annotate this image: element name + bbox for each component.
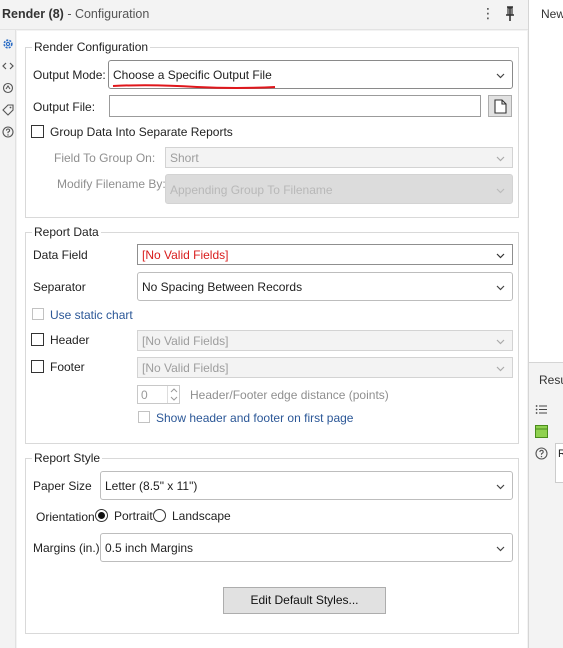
chevron-down-icon (496, 339, 505, 345)
modify-filename-value: Appending Group To Filename (170, 183, 333, 197)
red-annotation-underline (112, 84, 276, 89)
show-first-page-label: Show header and footer on first page (156, 411, 354, 425)
tag-icon[interactable] (2, 104, 14, 116)
paper-size-label: Paper Size (33, 479, 92, 493)
footer-checkbox[interactable] (31, 360, 44, 373)
list-icon[interactable] (535, 403, 548, 416)
panel-header: Render (8) - Configuration ⋮ (0, 0, 528, 30)
edge-distance-label: Header/Footer edge distance (points) (190, 388, 389, 402)
file-icon (494, 99, 507, 114)
pin-icon[interactable] (503, 6, 517, 22)
chevron-down-icon (496, 484, 505, 490)
paper-size-value: Letter (8.5" x 11") (105, 479, 198, 493)
right-pane: New Resu R (528, 0, 563, 648)
data-field-label: Data Field (33, 248, 88, 262)
footer-dropdown[interactable]: [No Valid Fields] (137, 357, 513, 378)
field-to-group-label: Field To Group On: (54, 151, 156, 165)
spinner-down-icon[interactable] (170, 396, 178, 401)
edge-distance-spinner[interactable]: 0 (137, 385, 180, 404)
more-options-icon[interactable]: ⋮ (481, 5, 495, 22)
modify-filename-label: Modify Filename By: (57, 177, 166, 191)
output-mode-label: Output Mode: (33, 68, 106, 82)
data-field-value: [No Valid Fields] (142, 248, 229, 262)
chevron-down-icon (496, 285, 505, 291)
chevron-down-icon (496, 73, 505, 79)
footer-label: Footer (50, 360, 85, 374)
portrait-radio[interactable] (95, 509, 108, 522)
data-field-dropdown[interactable]: [No Valid Fields] (137, 244, 513, 265)
header-label: Header (50, 333, 90, 347)
group-data-checkbox[interactable] (31, 125, 44, 138)
results-pane: Resu R (529, 362, 563, 648)
header-checkbox[interactable] (31, 333, 44, 346)
margins-value: 0.5 inch Margins (105, 541, 194, 555)
render-configuration-legend: Render Configuration (34, 40, 149, 54)
table-icon[interactable] (535, 425, 548, 438)
chevron-down-icon (496, 253, 505, 259)
chevron-down-icon (496, 546, 505, 552)
output-mode-value: Choose a Specific Output File (113, 68, 272, 82)
output-file-input[interactable] (109, 95, 481, 117)
side-rail (0, 30, 16, 648)
modify-filename-dropdown[interactable]: Appending Group To Filename (165, 174, 513, 204)
separator-label: Separator (33, 280, 86, 294)
field-to-group-value: Short (170, 151, 199, 165)
panel-subtitle: - Configuration (67, 7, 150, 21)
tool-name: Render (8) (2, 7, 64, 21)
group-data-label: Group Data Into Separate Reports (50, 125, 233, 139)
edge-distance-value: 0 (141, 388, 148, 402)
separator-dropdown[interactable]: No Spacing Between Records (137, 272, 513, 301)
field-to-group-dropdown[interactable]: Short (165, 147, 513, 168)
results-grid-stub: R (555, 443, 563, 483)
help-icon[interactable] (2, 126, 14, 138)
spinner-up-icon[interactable] (170, 388, 178, 393)
edit-default-styles-button[interactable]: Edit Default Styles... (223, 587, 386, 614)
header-dropdown[interactable]: [No Valid Fields] (137, 330, 513, 351)
footer-value: [No Valid Fields] (142, 361, 229, 375)
margins-dropdown[interactable]: 0.5 inch Margins (100, 533, 513, 562)
portrait-label: Portrait (114, 509, 153, 523)
header-value: [No Valid Fields] (142, 334, 229, 348)
panel-title: Render (8) - Configuration (2, 7, 149, 21)
help-icon[interactable] (535, 447, 548, 460)
paper-size-dropdown[interactable]: Letter (8.5" x 11") (100, 471, 513, 500)
chevron-down-icon (496, 188, 505, 194)
results-title: Resu (539, 373, 563, 387)
static-chart-checkbox[interactable] (32, 308, 44, 320)
landscape-radio[interactable] (153, 509, 166, 522)
separator-value: No Spacing Between Records (142, 280, 303, 294)
code-icon[interactable] (2, 60, 14, 72)
orientation-label: Orientation (36, 510, 95, 524)
spinner-arrows[interactable] (167, 386, 179, 403)
margins-label: Margins (in.) (33, 541, 100, 555)
chevron-down-icon (496, 366, 505, 372)
output-file-label: Output File: (33, 100, 96, 114)
static-chart-label: Use static chart (50, 308, 133, 322)
results-row-label: R (558, 448, 563, 460)
show-first-page-checkbox[interactable] (138, 411, 150, 423)
new-tab-label[interactable]: New (541, 7, 563, 21)
configuration-content: Render Configuration Output Mode: Choose… (17, 31, 527, 648)
chevron-down-icon (496, 156, 505, 162)
report-style-legend: Report Style (34, 451, 101, 465)
cycle-icon[interactable] (2, 82, 14, 94)
gear-icon[interactable] (2, 38, 14, 50)
report-data-legend: Report Data (34, 225, 99, 239)
browse-file-button[interactable] (488, 95, 512, 117)
landscape-label: Landscape (172, 509, 231, 523)
